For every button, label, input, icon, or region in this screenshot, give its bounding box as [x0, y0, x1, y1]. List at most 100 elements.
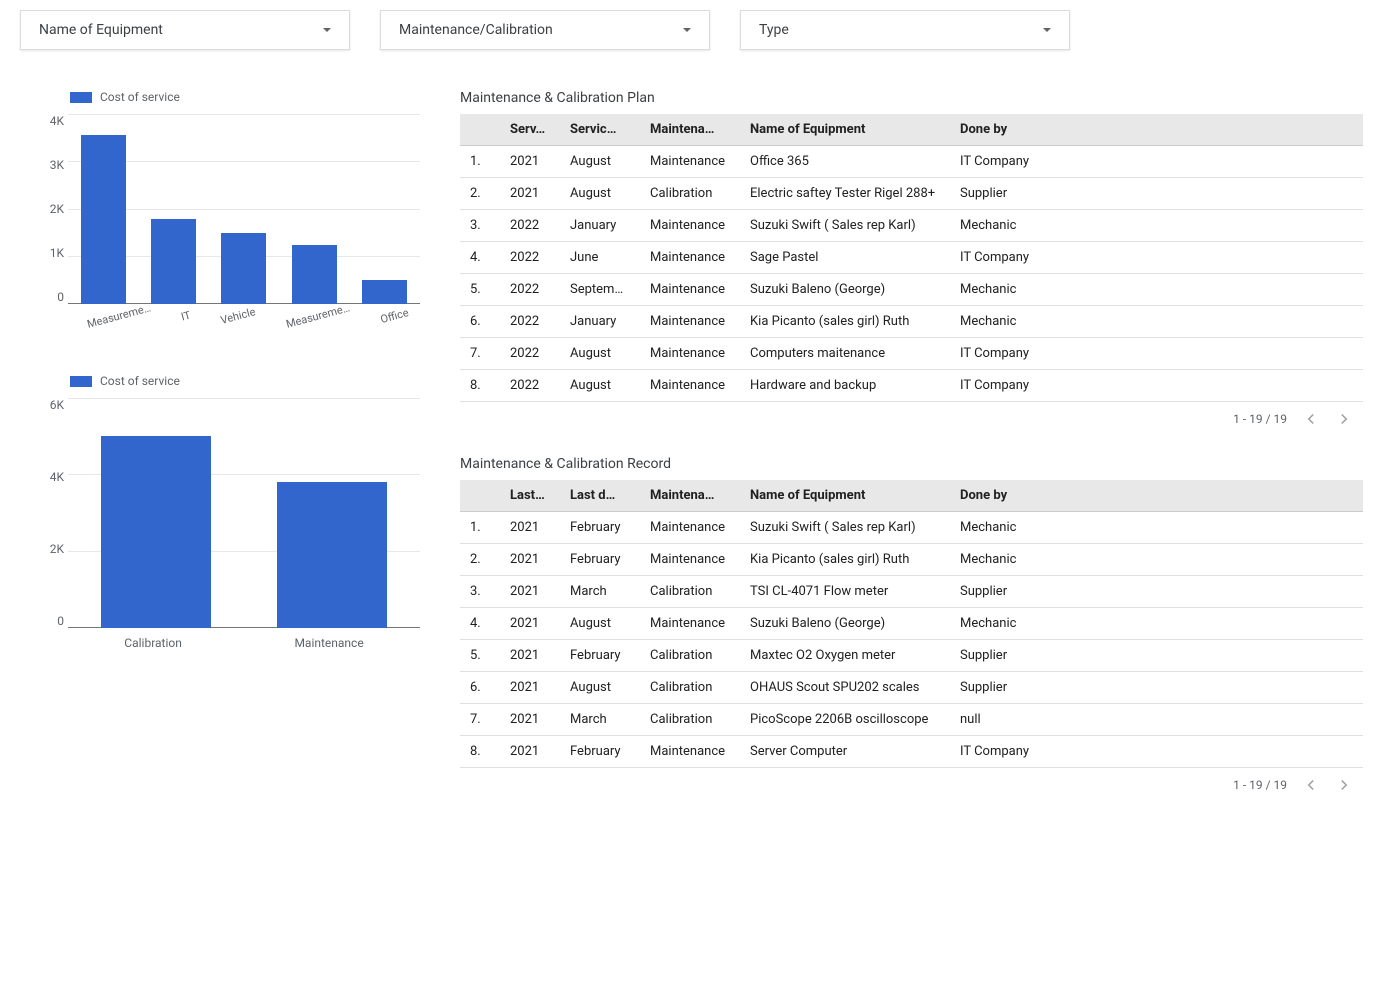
pager-next-icon[interactable] — [1335, 410, 1353, 428]
cell: August — [560, 672, 640, 704]
plot-area — [68, 114, 420, 304]
cell: February — [560, 736, 640, 768]
bar[interactable] — [81, 135, 126, 304]
cell: 7. — [460, 338, 500, 370]
cell: Maintenance — [640, 608, 740, 640]
table-row[interactable]: 7.2021MarchCalibrationPicoScope 2206B os… — [460, 704, 1363, 736]
table-title: Maintenance & Calibration Record — [460, 456, 1363, 472]
column-header[interactable]: Done by — [950, 480, 1363, 512]
cell: Supplier — [950, 576, 1363, 608]
table-row[interactable]: 5.2021FebruaryCalibrationMaxtec O2 Oxyge… — [460, 640, 1363, 672]
table-row[interactable]: 3.2022JanuaryMaintenanceSuzuki Swift ( S… — [460, 210, 1363, 242]
column-header[interactable]: Name of Equipment — [740, 114, 950, 146]
filter-bar: Name of Equipment Maintenance/Calibratio… — [20, 10, 1363, 50]
data-table[interactable]: Serv…Servic…Maintena…Name of EquipmentDo… — [460, 114, 1363, 402]
filter-name-of-equipment[interactable]: Name of Equipment — [20, 10, 350, 50]
table-row[interactable]: 4.2022JuneMaintenanceSage PastelIT Compa… — [460, 242, 1363, 274]
table-row[interactable]: 6.2022JanuaryMaintenanceKia Picanto (sal… — [460, 306, 1363, 338]
legend-swatch-icon — [70, 92, 92, 103]
x-tick: Vehicle — [217, 299, 259, 337]
table-row[interactable]: 1.2021AugustMaintenanceOffice 365IT Comp… — [460, 146, 1363, 178]
column-header[interactable]: Last… — [500, 480, 560, 512]
chevron-down-icon — [1043, 28, 1051, 32]
cell: null — [950, 704, 1363, 736]
cell: 1. — [460, 512, 500, 544]
cell: 2021 — [500, 512, 560, 544]
column-header[interactable]: Name of Equipment — [740, 480, 950, 512]
cell: Electric saftey Tester Rigel 288+ — [740, 178, 950, 210]
y-axis: 4K3K2K1K0 — [30, 114, 64, 304]
table-row[interactable]: 4.2021AugustMaintenanceSuzuki Baleno (Ge… — [460, 608, 1363, 640]
cell: Kia Picanto (sales girl) Ruth — [740, 544, 950, 576]
cell: 6. — [460, 306, 500, 338]
y-tick: 2K — [30, 542, 64, 556]
cell: Maintenance — [640, 544, 740, 576]
table-row[interactable]: 3.2021MarchCalibrationTSI CL-4071 Flow m… — [460, 576, 1363, 608]
table-row[interactable]: 1.2021FebruaryMaintenanceSuzuki Swift ( … — [460, 512, 1363, 544]
x-axis: Measureme…ITVehicleMeasureme…Office — [68, 304, 420, 334]
pager-next-icon[interactable] — [1335, 776, 1353, 794]
column-header[interactable]: Done by — [950, 114, 1363, 146]
cell: 1. — [460, 146, 500, 178]
column-header[interactable]: Servic… — [560, 114, 640, 146]
chevron-down-icon — [323, 28, 331, 32]
pager-prev-icon[interactable] — [1302, 776, 1320, 794]
bar[interactable] — [151, 219, 196, 305]
y-tick: 4K — [30, 470, 64, 484]
column-header[interactable]: Maintena… — [640, 114, 740, 146]
cell: IT Company — [950, 338, 1363, 370]
x-tick: IT — [178, 303, 195, 334]
cell: Mechanic — [950, 210, 1363, 242]
cell: 2022 — [500, 274, 560, 306]
y-tick: 6K — [30, 398, 64, 412]
cell: August — [560, 370, 640, 402]
cell: 2021 — [500, 608, 560, 640]
cell: March — [560, 704, 640, 736]
cell: Sage Pastel — [740, 242, 950, 274]
bar[interactable] — [221, 233, 266, 304]
cell: Mechanic — [950, 306, 1363, 338]
cell: 2. — [460, 178, 500, 210]
bar[interactable] — [292, 245, 337, 304]
filter-type[interactable]: Type — [740, 10, 1070, 50]
cell: 4. — [460, 242, 500, 274]
table-row[interactable]: 2.2021AugustCalibrationElectric saftey T… — [460, 178, 1363, 210]
cell: Maintenance — [640, 306, 740, 338]
column-header[interactable]: Last d… — [560, 480, 640, 512]
cell: February — [560, 640, 640, 672]
cell: Maxtec O2 Oxygen meter — [740, 640, 950, 672]
table-row[interactable]: 8.2021FebruaryMaintenanceServer Computer… — [460, 736, 1363, 768]
column-header[interactable]: Maintena… — [640, 480, 740, 512]
table-record: Maintenance & Calibration Record Last…La… — [460, 456, 1363, 802]
column-header[interactable] — [460, 114, 500, 146]
chart-legend: Cost of service — [70, 90, 420, 104]
cell: Septem… — [560, 274, 640, 306]
cell: Kia Picanto (sales girl) Ruth — [740, 306, 950, 338]
cell: Calibration — [640, 704, 740, 736]
cell: IT Company — [950, 370, 1363, 402]
table-row[interactable]: 8.2022AugustMaintenanceHardware and back… — [460, 370, 1363, 402]
pager-prev-icon[interactable] — [1302, 410, 1320, 428]
column-header[interactable] — [460, 480, 500, 512]
bar[interactable] — [277, 482, 387, 628]
filter-label: Type — [759, 22, 789, 38]
cell: Suzuki Swift ( Sales rep Karl) — [740, 512, 950, 544]
cell: 5. — [460, 640, 500, 672]
cell: 2021 — [500, 704, 560, 736]
bar[interactable] — [101, 436, 211, 628]
cell: Office 365 — [740, 146, 950, 178]
cell: March — [560, 576, 640, 608]
cell: Mechanic — [950, 512, 1363, 544]
filter-label: Name of Equipment — [39, 22, 163, 38]
column-header[interactable]: Serv… — [500, 114, 560, 146]
table-row[interactable]: 5.2022Septem…MaintenanceSuzuki Baleno (G… — [460, 274, 1363, 306]
table-row[interactable]: 7.2022AugustMaintenanceComputers maitena… — [460, 338, 1363, 370]
table-row[interactable]: 2.2021FebruaryMaintenanceKia Picanto (sa… — [460, 544, 1363, 576]
cell: Maintenance — [640, 274, 740, 306]
table-plan: Maintenance & Calibration Plan Serv…Serv… — [460, 90, 1363, 436]
cell: January — [560, 210, 640, 242]
data-table[interactable]: Last…Last d…Maintena…Name of EquipmentDo… — [460, 480, 1363, 768]
table-row[interactable]: 6.2021AugustCalibrationOHAUS Scout SPU20… — [460, 672, 1363, 704]
filter-maintenance-calibration[interactable]: Maintenance/Calibration — [380, 10, 710, 50]
pager-text: 1 - 19 / 19 — [1233, 778, 1287, 792]
